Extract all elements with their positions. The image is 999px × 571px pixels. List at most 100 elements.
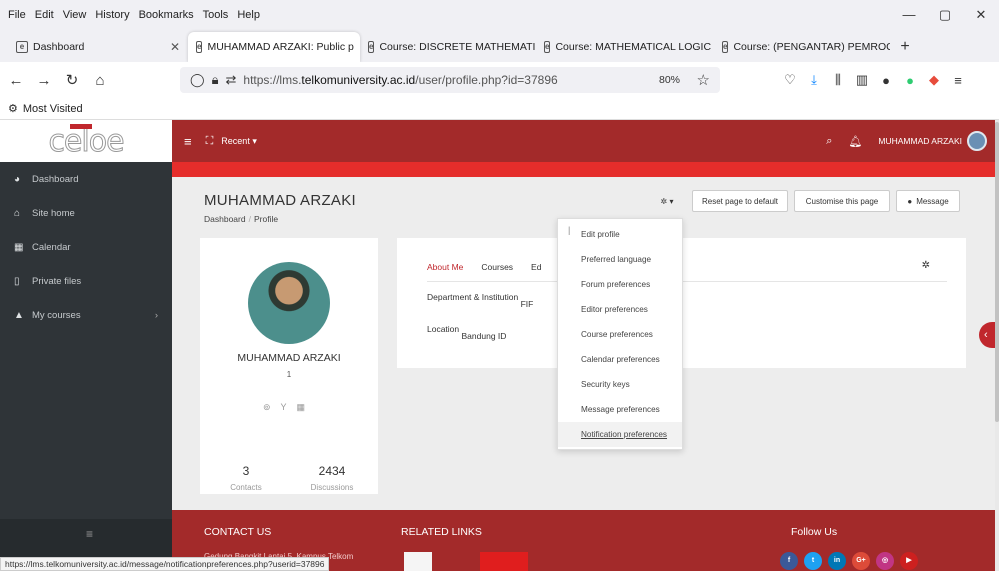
downloads-icon[interactable]: ⤓	[802, 72, 826, 88]
tab-education[interactable]: Ed	[531, 262, 541, 281]
discussions-stat[interactable]: 2434 Discussions	[292, 464, 372, 492]
linkedin-icon[interactable]: in	[828, 552, 846, 570]
contacts-count: 3	[242, 464, 250, 478]
url-path: /user/profile.php?id=37896	[415, 73, 558, 87]
tab-dashboard[interactable]: e Dashboard ✕	[8, 32, 188, 62]
bell-icon[interactable]: 🔔︎	[848, 135, 862, 148]
zoom-level[interactable]: 80%	[659, 74, 680, 86]
settings-gear-dropdown[interactable]: ✲ ▾	[646, 190, 688, 212]
tab-pemrograman[interactable]: e Course: (PENGANTAR) PEMROC ✕	[714, 32, 890, 62]
breadcrumb-dashboard[interactable]: Dashboard	[204, 214, 246, 224]
sidebar-toggle-icon[interactable]: ▥	[850, 72, 874, 88]
lock-icon[interactable]: 🔒︎	[212, 72, 219, 88]
reset-page-button[interactable]: Reset page to default	[692, 190, 788, 212]
tab-courses[interactable]: Courses	[481, 262, 513, 281]
google-plus-icon[interactable]: G+	[852, 552, 870, 570]
dropdown-message-preferences[interactable]: Message preferences	[558, 397, 682, 422]
youtube-icon[interactable]: ▶	[900, 552, 918, 570]
sidebar-item-private-files[interactable]: ▯ Private files	[0, 264, 172, 298]
sidebar-item-label: Private files	[32, 275, 82, 287]
menu-bar: File Edit View History Bookmarks Tools H…	[0, 0, 999, 30]
footer-related-heading: RELATED LINKS	[401, 526, 482, 538]
dropdown-security-keys[interactable]: Security keys	[558, 372, 682, 397]
dropdown-calendar-preferences[interactable]: Calendar preferences	[558, 347, 682, 372]
nav-bar: ← → ↻ ⌂ ◯ 🔒︎ ⇄ https://lms. telkomunivers…	[0, 62, 999, 98]
search-icon[interactable]: ⌕	[826, 135, 832, 148]
sidebar-item-site-home[interactable]: ⌂ Site home	[0, 196, 172, 230]
celoe-favicon-icon: e	[16, 41, 28, 53]
bookmark-most-visited[interactable]: Most Visited	[23, 103, 83, 115]
dropdown-edit-profile[interactable]: Edit profile	[558, 222, 682, 247]
yahoo-icon[interactable]: Y	[281, 402, 297, 412]
instagram-icon[interactable]: ◎	[876, 552, 894, 570]
menu-icon[interactable]: ≡	[86, 527, 93, 541]
shield-icon[interactable]: ◯	[190, 72, 205, 88]
facebook-icon[interactable]: f	[780, 552, 798, 570]
logo-area[interactable]: celoe	[0, 120, 172, 162]
contacts-stat[interactable]: 3 Contacts	[206, 464, 286, 492]
extension-green-icon[interactable]: ●	[898, 73, 922, 88]
tab-discrete-math[interactable]: e Course: DISCRETE MATHEMATI ✕	[360, 32, 536, 62]
page-title: MUHAMMAD ARZAKI	[204, 192, 357, 209]
new-tab-button[interactable]: +	[890, 32, 920, 62]
scrollbar-thumb[interactable]	[995, 122, 999, 422]
block-drawer-toggle[interactable]: ‹	[979, 322, 995, 348]
menu-help[interactable]: Help	[237, 9, 260, 21]
contacts-label: Contacts	[230, 483, 262, 492]
celoe-favicon-icon: e	[196, 41, 203, 53]
sidebar-item-label: Dashboard	[32, 173, 79, 185]
nav-drawer-icon[interactable]: ≡	[184, 134, 192, 149]
windows-icon[interactable]: ▦	[297, 402, 316, 412]
message-button[interactable]: ● Message	[896, 190, 960, 212]
fullscreen-icon[interactable]: ⛶	[206, 135, 214, 148]
url-bar[interactable]: ◯ 🔒︎ ⇄ https://lms. telkomuniversity.ac.i…	[180, 67, 720, 93]
menu-tools[interactable]: Tools	[203, 9, 229, 21]
skype-icon[interactable]: ⊚	[263, 402, 281, 412]
related-link-banner[interactable]	[480, 552, 528, 571]
twitter-icon[interactable]: t	[804, 552, 822, 570]
tab-close-icon[interactable]: ✕	[170, 40, 180, 54]
menu-edit[interactable]: Edit	[35, 9, 54, 21]
menu-view[interactable]: View	[63, 9, 87, 21]
pocket-icon[interactable]: ♡	[778, 72, 802, 88]
avatar[interactable]	[967, 131, 987, 151]
user-menu-name[interactable]: MUHAMMAD ARZAKI	[878, 136, 962, 146]
menu-hamburger-icon[interactable]: ≡	[946, 73, 970, 88]
tab-about-me[interactable]: About Me	[427, 262, 463, 281]
related-link-logo[interactable]	[404, 552, 432, 571]
tab-math-logic[interactable]: e Course: MATHEMATICAL LOGIC ✕	[536, 32, 714, 62]
back-icon[interactable]: ←	[4, 72, 28, 89]
home-icon[interactable]: ⌂	[88, 72, 112, 89]
sidebar-item-my-courses[interactable]: ▲ My courses ›	[0, 298, 172, 332]
dropdown-course-preferences[interactable]: Course preferences	[558, 322, 682, 347]
header-strip	[172, 162, 995, 177]
library-icon[interactable]: ⫼	[826, 72, 850, 88]
dropdown-editor-preferences[interactable]: Editor preferences	[558, 297, 682, 322]
graduation-cap-icon: ▲	[14, 309, 24, 321]
reload-icon[interactable]: ↻	[60, 71, 84, 89]
sidebar-item-dashboard[interactable]: ◕ Dashboard	[0, 162, 172, 196]
dropdown-preferred-language[interactable]: Preferred language	[558, 247, 682, 272]
minimize-button[interactable]: —	[891, 0, 927, 30]
menu-bookmarks[interactable]: Bookmarks	[139, 9, 194, 21]
tab-bar: e Dashboard ✕ e MUHAMMAD ARZAKI: Public …	[0, 30, 999, 62]
close-window-button[interactable]: ✕	[963, 0, 999, 30]
extension-dark-icon[interactable]: ●	[874, 73, 898, 88]
menu-file[interactable]: File	[8, 9, 26, 21]
dropdown-forum-preferences[interactable]: Forum preferences	[558, 272, 682, 297]
maximize-button[interactable]: ▢	[927, 0, 963, 30]
gear-icon: ✲ ▾	[660, 196, 674, 206]
permissions-icon[interactable]: ⇄	[225, 72, 236, 88]
gear-icon[interactable]: ✲	[922, 260, 930, 271]
customise-page-button[interactable]: Customise this page	[794, 190, 890, 212]
recent-dropdown[interactable]: Recent ▾	[221, 136, 257, 147]
dropdown-notification-preferences[interactable]: Notification preferences	[558, 422, 682, 447]
chat-icon: ●	[907, 196, 913, 206]
bookmark-star-icon[interactable]: ☆	[697, 71, 710, 89]
extension-colorful-icon[interactable]: ◆	[922, 72, 946, 88]
tab-profile[interactable]: e MUHAMMAD ARZAKI: Public p ✕	[188, 32, 360, 62]
menu-history[interactable]: History	[95, 9, 129, 21]
forward-icon[interactable]: →	[32, 72, 56, 89]
status-bar-url: https://lms.telkomuniversity.ac.id/messa…	[0, 557, 330, 571]
sidebar-item-calendar[interactable]: ▦ Calendar	[0, 230, 172, 264]
